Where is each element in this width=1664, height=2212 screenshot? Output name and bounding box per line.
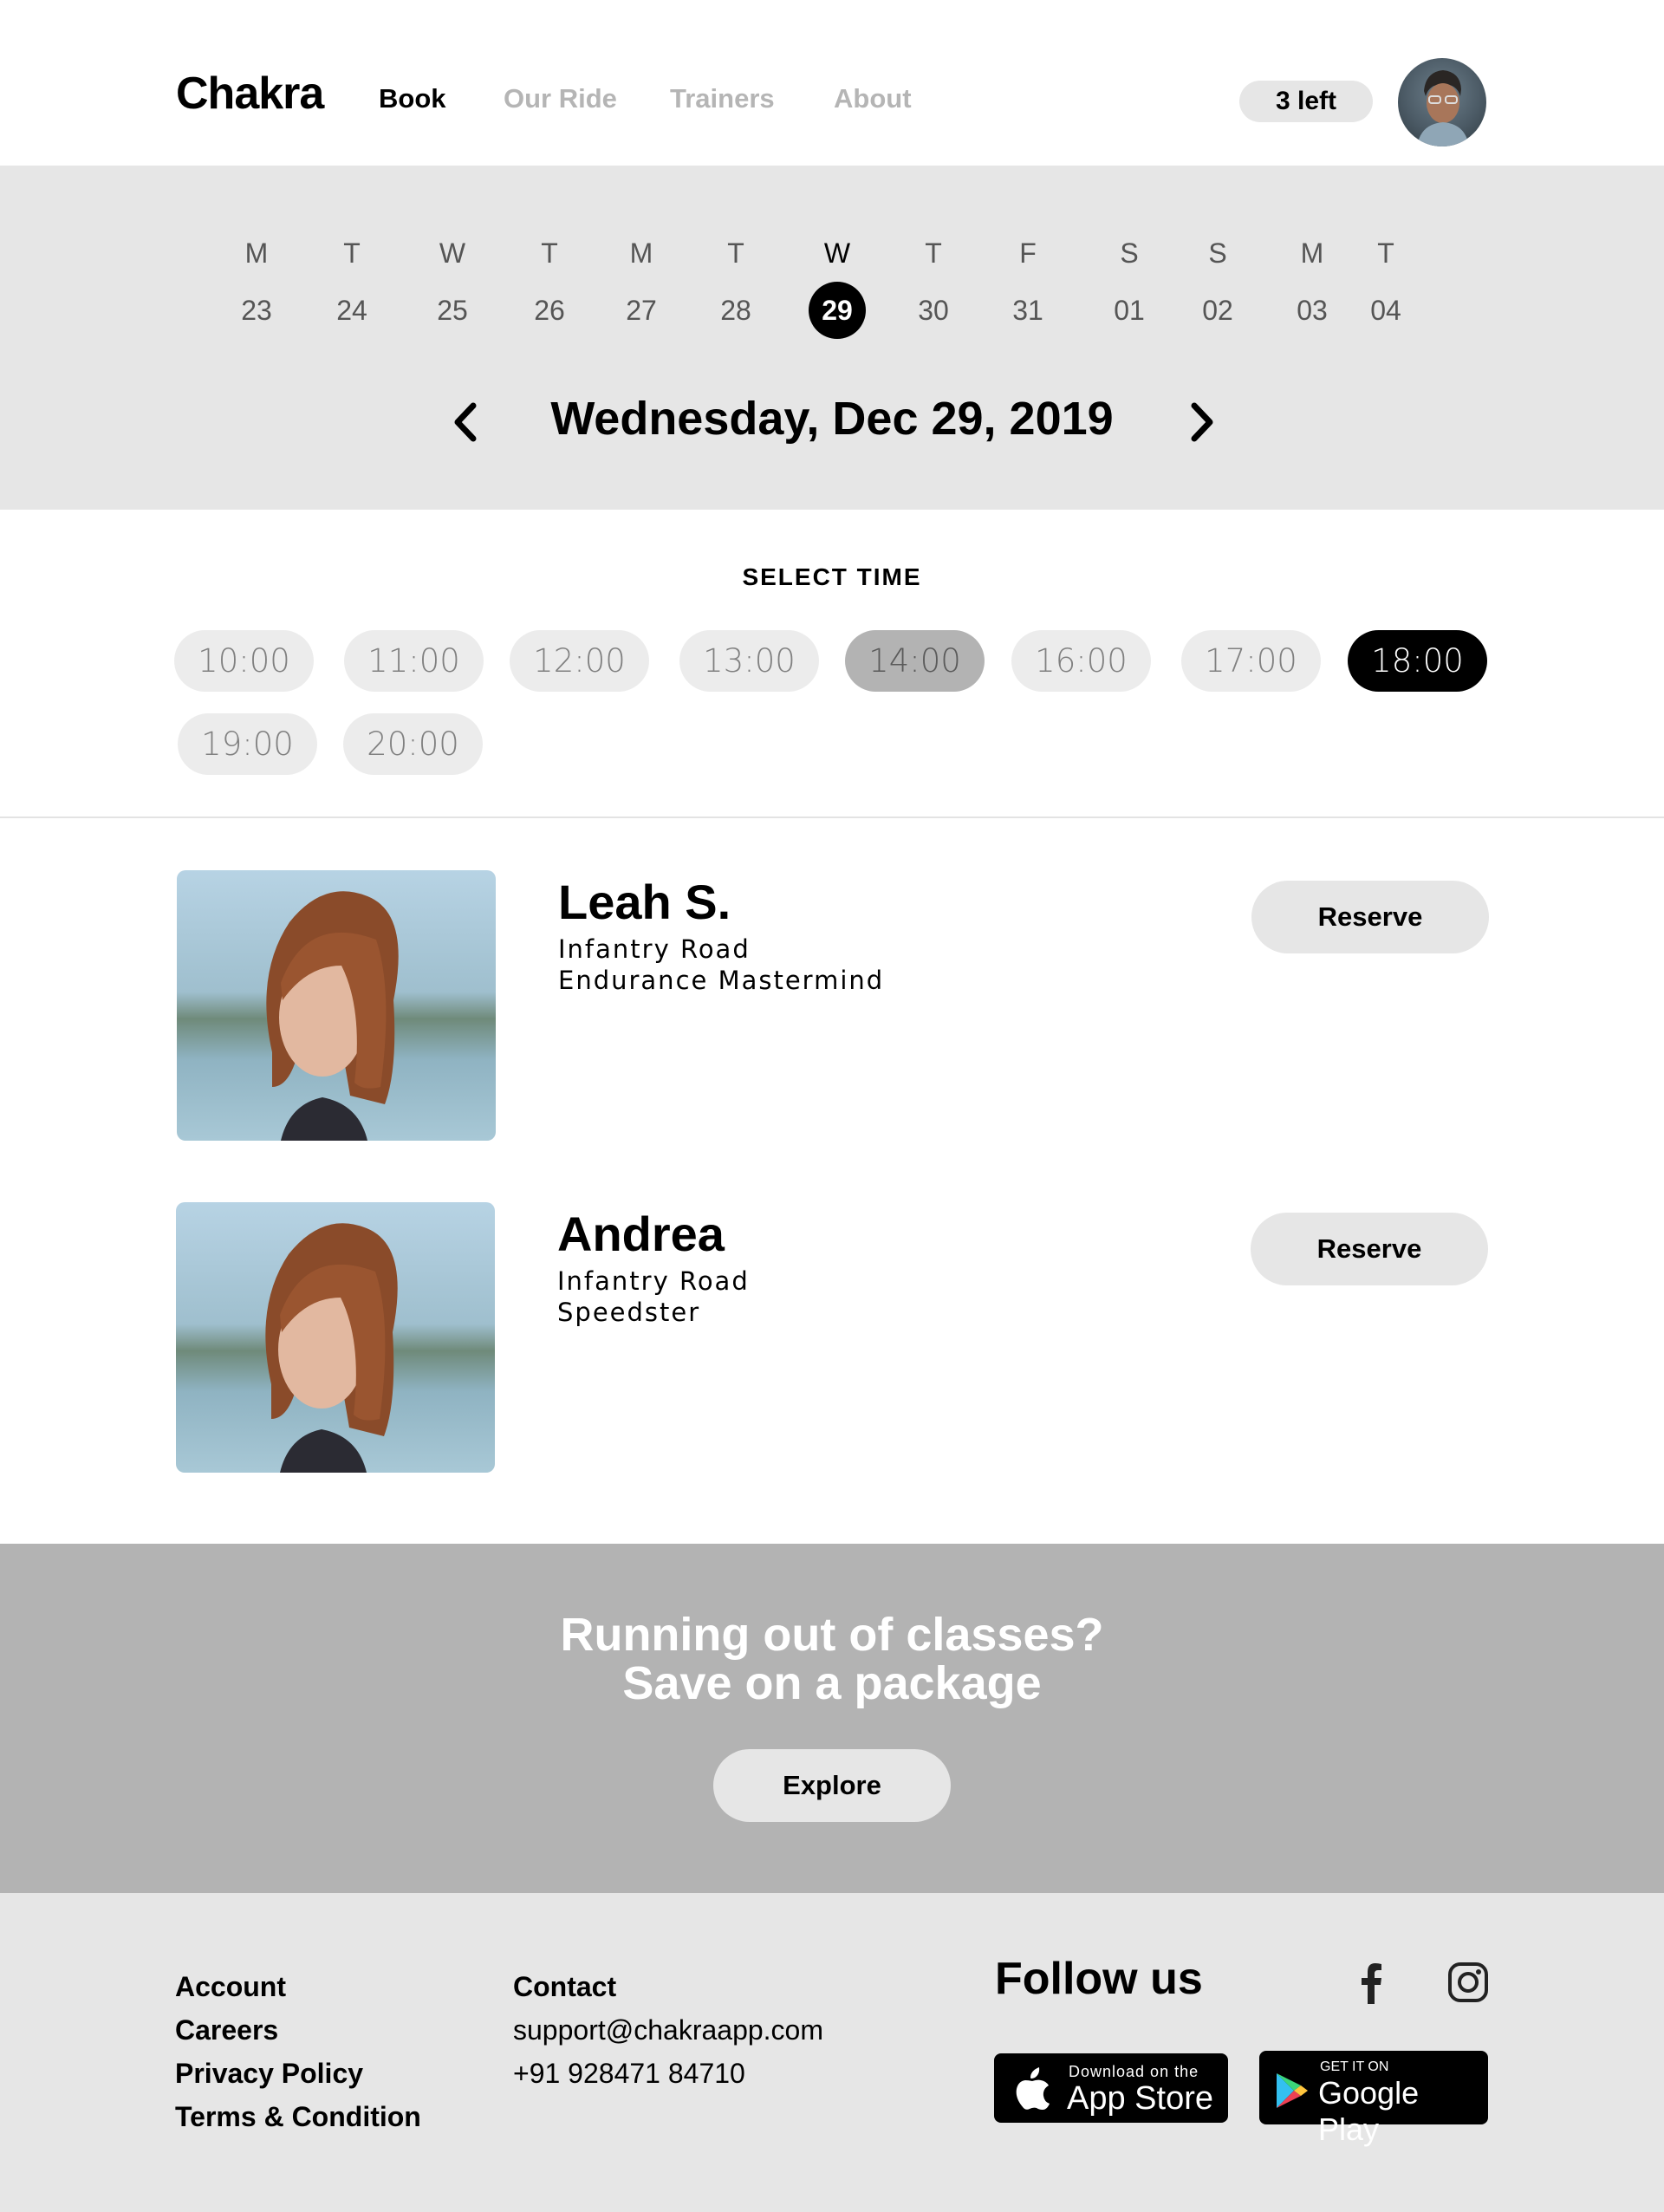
time-slot-13[interactable]: 13:00 <box>679 630 819 692</box>
time-slot-11[interactable]: 11:00 <box>344 630 484 692</box>
nav-our-ride[interactable]: Our Ride <box>504 83 617 114</box>
trainer-photo <box>176 1202 495 1473</box>
day-30[interactable]: T 30 <box>899 236 968 328</box>
day-04[interactable]: T 04 <box>1351 236 1420 328</box>
trainer-name: Andrea <box>557 1207 725 1261</box>
day-03[interactable]: M 03 <box>1277 236 1347 328</box>
nav-about[interactable]: About <box>834 83 912 114</box>
day-31[interactable]: F 31 <box>993 236 1063 328</box>
follow-heading: Follow us <box>995 1954 1203 2004</box>
promo-line-1: Running out of classes? <box>560 1609 1104 1661</box>
day-23[interactable]: M 23 <box>222 236 291 328</box>
section-divider <box>0 816 1664 818</box>
time-slot-14[interactable]: 14:00 <box>845 630 985 692</box>
day-26[interactable]: T 26 <box>515 236 584 328</box>
trainer-portrait-icon <box>176 1202 495 1473</box>
apple-icon <box>1016 2067 1050 2110</box>
facebook-icon[interactable] <box>1354 1961 1388 2004</box>
promo-title: Running out of classes? Save on a packag… <box>0 1610 1664 1708</box>
footer-link-account[interactable]: Account <box>175 1971 286 2003</box>
day-25[interactable]: W 25 <box>418 236 487 328</box>
app-store-small-text: Download on the <box>1069 2063 1199 2080</box>
top-header: Chakra Book Our Ride Trainers About 3 le… <box>0 0 1664 166</box>
footer-link-privacy[interactable]: Privacy Policy <box>175 2058 363 2090</box>
promo-line-2: Save on a package <box>622 1657 1042 1709</box>
contact-heading: Contact <box>513 1971 617 2002</box>
google-play-badge[interactable]: GET IT ON Google Play <box>1259 2051 1488 2147</box>
trainer-location: Infantry Road <box>558 934 751 964</box>
explore-button[interactable]: Explore <box>713 1749 951 1822</box>
logo[interactable]: Chakra <box>176 68 324 120</box>
footer-link-careers[interactable]: Careers <box>175 2014 278 2046</box>
time-slot-20[interactable]: 20:00 <box>343 713 483 775</box>
reserve-button[interactable]: Reserve <box>1251 1213 1488 1285</box>
google-play-small-text: GET IT ON <box>1320 2059 1389 2074</box>
app-store-big-text: App Store <box>1067 2080 1213 2117</box>
time-slot-19[interactable]: 19:00 <box>178 713 317 775</box>
day-02[interactable]: S 02 <box>1183 236 1252 328</box>
day-24[interactable]: T 24 <box>317 236 387 328</box>
trainer-title: Endurance Mastermind <box>558 966 885 995</box>
nav-trainers[interactable]: Trainers <box>670 83 775 114</box>
trainer-photo <box>177 870 496 1141</box>
trainer-portrait-icon <box>177 870 496 1141</box>
day-01[interactable]: S 01 <box>1095 236 1164 328</box>
trainer-name: Leah S. <box>558 875 731 929</box>
time-slot-18-selected[interactable]: 18:00 <box>1348 630 1487 692</box>
contact-phone[interactable]: +91 928471 84710 <box>513 2058 745 2090</box>
day-27[interactable]: M 27 <box>607 236 676 328</box>
app-store-badge[interactable]: Download on the App Store <box>994 2053 1228 2123</box>
time-slot-16[interactable]: 16:00 <box>1011 630 1151 692</box>
package-promo <box>0 1544 1664 1893</box>
google-play-big-text: Google Play <box>1318 2075 1420 2147</box>
avatar-portrait-icon <box>1417 70 1469 146</box>
select-time-heading: SELECT TIME <box>742 563 922 590</box>
instagram-icon[interactable] <box>1447 1962 1489 2003</box>
prev-date-chevron-left-icon[interactable] <box>449 400 484 444</box>
contact-email[interactable]: support@chakraapp.com <box>513 2014 823 2046</box>
next-date-chevron-right-icon[interactable] <box>1184 400 1219 444</box>
reserve-button[interactable]: Reserve <box>1251 881 1489 953</box>
footer-link-terms[interactable]: Terms & Condition <box>175 2101 421 2133</box>
nav-book[interactable]: Book <box>379 83 446 114</box>
day-29-selected[interactable]: W 29 <box>803 236 872 339</box>
time-slot-10[interactable]: 10:00 <box>174 630 314 692</box>
time-slot-17[interactable]: 17:00 <box>1181 630 1321 692</box>
avatar[interactable] <box>1398 58 1486 146</box>
day-28[interactable]: T 28 <box>701 236 770 328</box>
time-slot-12[interactable]: 12:00 <box>510 630 649 692</box>
google-play-icon <box>1277 2073 1308 2108</box>
selected-date-title: Wednesday, Dec 29, 2019 <box>550 393 1114 445</box>
trainer-location: Infantry Road <box>557 1266 750 1296</box>
trainer-title: Speedster <box>557 1298 701 1327</box>
credits-badge[interactable]: 3 left <box>1239 81 1373 122</box>
